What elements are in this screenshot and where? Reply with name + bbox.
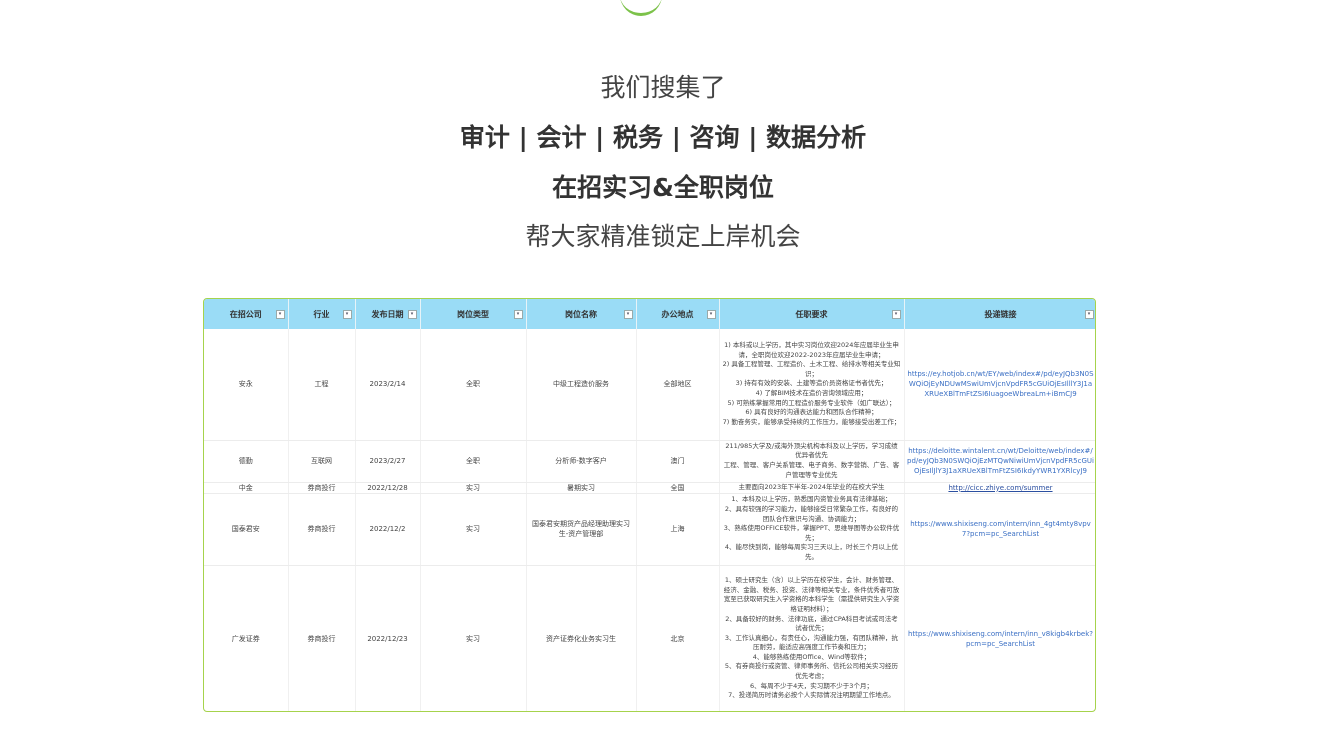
requirement-line: 4) 了解BIM技术在造价咨询领域应用； [755,389,868,398]
requirement-line: 6、每周不少于4天，实习期不少于3个月； [750,681,873,690]
header-company[interactable]: 在招公司 ▾ [204,299,289,329]
cell-company: 国泰君安 [204,493,289,566]
header-link[interactable]: 投递链接 ▾ [904,299,1095,329]
table-row: 德勤 互联网 2023/2/27 全职 分析师-数字客户 澳门 211/985大学及/或海外… [204,440,1095,483]
cell-link[interactable]: https://deloitte.wintalent.cn/wt/Deloitt… [904,440,1095,483]
cell-type: 实习 [420,482,527,494]
cell-location: 全国 [636,482,720,494]
header-requirements[interactable]: 任职要求 ▾ [719,299,905,329]
cell-date: 2023/2/27 [355,440,421,483]
requirement-line: 4、能尽快到岗，能够每周实习三天以上，时长三个月以上优先。 [724,543,899,561]
cell-link[interactable]: https://ey.hotjob.cn/wt/EY/web/index#/pd… [904,329,1095,441]
cell-requirements: 1) 本科或以上学历，其中实习岗位欢迎2024年应届毕业生申请，全职岗位欢迎20… [719,329,905,441]
requirement-line: 5) 可熟练掌握常用的工程造价服务专业软件（如广联达）； [727,398,896,407]
requirement-line: 1、本科及以上学历，熟悉国内资管业务具有法律基础； [731,495,892,504]
requirement-line: 3) 持有有效的安装、土建等造价员资格证书者优先； [735,379,888,388]
cell-requirements: 主要面向2023年下半年-2024年毕业的在校大学生 [719,482,905,494]
cell-location: 澳门 [636,440,720,483]
cell-industry: 券商投行 [288,482,356,494]
filter-icon[interactable]: ▾ [706,310,716,319]
table-row: 国泰君安 券商投行 2022/12/2 实习 国泰君安期货产品经理助理实习生-资产管理部… [204,493,1095,566]
requirement-line: 1) 本科或以上学历，其中实习岗位欢迎2024年应届毕业生申请，全职岗位欢迎20… [724,341,899,359]
table-row: 广发证券 券商投行 2022/12/23 实习 资产证券化业务实习生 北京 1、硕士研究生（… [204,565,1095,711]
filter-icon[interactable]: ▾ [1084,310,1094,319]
table-header-row: 在招公司 ▾ 行业 ▾ 发布日期 ▾ 岗位类型 ▾ 岗位名称 ▾ 办公地点 ▾ 任职要求 ▾ … [204,299,1095,329]
requirement-line: 211/985大学及/或海外顶尖机构本科及以上学历，学习成绩优异者优先 [725,441,898,460]
cell-type: 实习 [420,493,527,566]
requirement-line: 3、熟练使用OFFICE软件，掌握PPT、思维导图等办公软件优先； [723,524,900,542]
apply-link[interactable]: https://www.shixiseng.com/intern/inn_v8k… [908,630,1093,648]
cell-date: 2022/12/2 [355,493,421,566]
filter-icon[interactable]: ▾ [342,310,352,319]
cell-location: 北京 [636,565,720,711]
requirement-line: 6) 具有良好的沟通表达能力和团队合作精神； [745,408,878,417]
cell-title: 暑期实习 [526,482,637,494]
cell-company: 安永 [204,329,289,441]
cell-date: 2022/12/23 [355,565,421,711]
requirement-line: 7) 勤奋务实，能够承受持续的工作压力，能够接受出差工作； [722,417,901,426]
hero-categories: 审计 | 会计 | 税务 | 咨询 | 数据分析 [459,123,867,152]
hero-tagline: 帮大家精准锁定上岸机会 [525,222,801,251]
requirement-line: 3、工作认真细心，有责任心，沟通能力强，有团队精神，抗压耐劳，能适应高强度工作节… [724,633,899,652]
table-row: 中金 券商投行 2022/12/28 实习 暑期实习 全国 主要面向2023年下半年-202… [204,482,1095,494]
cell-type: 全职 [420,329,527,441]
filter-icon[interactable]: ▾ [275,310,285,319]
cell-industry: 工程 [288,329,356,441]
cell-title: 中级工程造价服务 [526,329,637,441]
cell-requirements: 1、本科及以上学历，熟悉国内资管业务具有法律基础； 2、具有较强的学习能力，能够接… [719,493,905,566]
cell-title: 分析师-数字客户 [526,440,637,483]
requirement-line: 主要面向2023年下半年-2024年毕业的在校大学生 [738,482,885,491]
filter-icon[interactable]: ▾ [407,310,417,319]
table-row: 安永 工程 2023/2/14 全职 中级工程造价服务 全部地区 1) 本科或以上学历，其中… [204,329,1095,441]
requirement-line: 工程、管理、客户关系管理、电子商务、数字营销、广告、客户管理等专业优先 [723,461,900,479]
cell-location: 全部地区 [636,329,720,441]
decorative-arc [620,0,662,16]
cell-type: 全职 [420,440,527,483]
header-title[interactable]: 岗位名称 ▾ [526,299,637,329]
cell-date: 2022/12/28 [355,482,421,494]
requirement-line: 7、投递简历时请务必按个人实际情况注明期望工作地点。 [728,691,895,700]
apply-link[interactable]: https://deloitte.wintalent.cn/wt/Deloitt… [907,447,1094,475]
cell-type: 实习 [420,565,527,711]
table-body: 安永 工程 2023/2/14 全职 中级工程造价服务 全部地区 1) 本科或以上学历，其中… [204,329,1095,711]
cell-date: 2023/2/14 [355,329,421,441]
job-table: 在招公司 ▾ 行业 ▾ 发布日期 ▾ 岗位类型 ▾ 岗位名称 ▾ 办公地点 ▾ 任职要求 ▾ … [204,299,1095,711]
cell-industry: 互联网 [288,440,356,483]
header-type[interactable]: 岗位类型 ▾ [420,299,527,329]
header-industry[interactable]: 行业 ▾ [288,299,356,329]
cell-location: 上海 [636,493,720,566]
apply-link[interactable]: https://ey.hotjob.cn/wt/EY/web/index#/pd… [907,370,1093,398]
cell-title: 资产证券化业务实习生 [526,565,637,711]
apply-link[interactable]: https://www.shixiseng.com/intern/inn_4gt… [910,520,1091,538]
cell-link[interactable]: https://www.shixiseng.com/intern/inn_v8k… [904,565,1095,711]
cell-link[interactable]: https://www.shixiseng.com/intern/inn_4gt… [904,493,1095,566]
filter-icon[interactable]: ▾ [623,310,633,319]
requirement-line: 2、具备较好的财务、法律功底，通过CPA科目考试或司法考试者优先； [725,614,898,633]
requirement-line: 2) 具备工程管理、工程造价、土木工程、给排水等相关专业知识； [722,360,901,378]
hero-line-1: 我们搜集了 [600,73,726,102]
header-date[interactable]: 发布日期 ▾ [355,299,421,329]
requirement-line: 2、具有较强的学习能力，能够接受日常繁杂工作，有良好的团队合作意识与沟通、协调能… [724,505,899,523]
filter-icon[interactable]: ▾ [891,310,901,319]
job-table-container: 在招公司 ▾ 行业 ▾ 发布日期 ▾ 岗位类型 ▾ 岗位名称 ▾ 办公地点 ▾ 任职要求 ▾ … [203,298,1096,712]
filter-icon[interactable]: ▾ [513,310,523,319]
hero-positions: 在招实习&全职岗位 [552,173,774,202]
header-location[interactable]: 办公地点 ▾ [636,299,720,329]
cell-title: 国泰君安期货产品经理助理实习生-资产管理部 [526,493,637,566]
cell-company: 德勤 [204,440,289,483]
cell-industry: 券商投行 [288,493,356,566]
cell-company: 中金 [204,482,289,494]
cell-company: 广发证券 [204,565,289,711]
cell-link[interactable]: http://cicc.zhiye.com/summer [904,482,1095,494]
apply-link[interactable]: http://cicc.zhiye.com/summer [948,484,1052,492]
cell-requirements: 211/985大学及/或海外顶尖机构本科及以上学历，学习成绩优异者优先 工程、管理… [719,440,905,483]
cell-requirements: 1、硕士研究生（含）以上学历在校学生，会计、财务管理、经济、金融、税务、投资、法… [719,565,905,711]
requirement-line: 5、有券商投行或资管、律师事务所、信托公司相关实习经历优先考虑； [724,662,899,681]
cell-industry: 券商投行 [288,565,356,711]
requirement-line: 1、硕士研究生（含）以上学历在校学生，会计、财务管理、经济、金融、税务、投资、法… [723,576,900,613]
